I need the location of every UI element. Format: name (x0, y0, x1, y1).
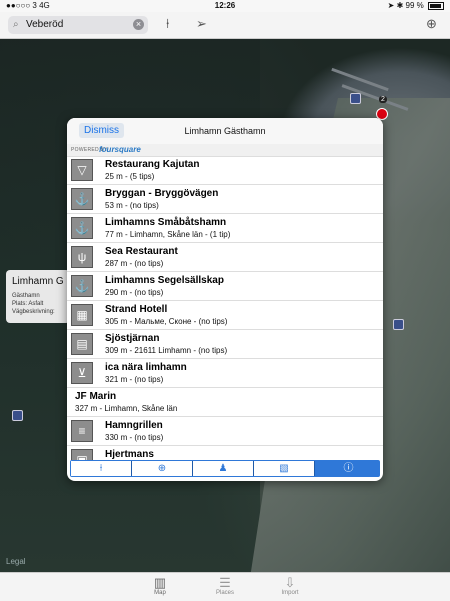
place-name: Sjöstjärnan (105, 333, 160, 344)
status-right: ➤ ✱ 99 % (388, 1, 444, 10)
place-name: ica nära limhamn (105, 362, 187, 373)
place-name: Sea Restaurant (105, 246, 178, 257)
list-item[interactable]: ▽ Restaurang Kajutan 25 m - (5 tips) (67, 156, 383, 185)
ice-cream-icon: ▽ (71, 159, 93, 181)
pin-icon[interactable]: ⍿ (71, 461, 132, 476)
place-name: Hamngrillen (105, 420, 163, 431)
hotel-icon: ▦ (71, 304, 93, 326)
map-marker[interactable] (12, 410, 23, 421)
callout-line: Gästhamn (12, 293, 40, 299)
popup-header: Dismiss Limhamn Gästhamn (67, 118, 383, 145)
place-detail: 330 m - (no tips) (105, 433, 164, 442)
person-icon[interactable]: ♟ (193, 461, 254, 476)
globe-icon[interactable]: ⊕ (132, 461, 193, 476)
burger-icon: ≡ (71, 420, 93, 442)
map-pin-badge: 2 (379, 96, 387, 103)
anchor-icon: ⚓ (71, 188, 93, 210)
place-callout[interactable]: Limhamn G Gästhamn Plats: Asfalt Vägbesk… (6, 270, 70, 323)
anchor-icon: ⚓ (71, 217, 93, 239)
place-detail: 305 m - Мальме, Сконе - (no tips) (105, 317, 228, 326)
callout-line: Vägbeskrivning: (12, 309, 55, 315)
bottom-tab-bar: ▥ Map ☰ Places ⇩ Import (0, 572, 450, 601)
clear-search-icon[interactable]: × (133, 19, 144, 30)
list-item[interactable]: ⚓ Bryggan - Bryggövägen 53 m - (no tips) (67, 185, 383, 214)
popup-segmented-control: ⍿ ⊕ ♟ ▧ ⓘ (70, 460, 380, 477)
cart-icon: ⊻ (71, 362, 93, 384)
bag-icon: ▣ (71, 449, 93, 460)
place-detail: 327 m - Limhamn, Skåne län (75, 404, 178, 413)
callout-line: Plats: Asfalt (12, 301, 44, 307)
list-item[interactable]: ⚓ Limhamns Segelsällskap 290 m - (no tip… (67, 272, 383, 301)
place-detail: 77 m - Limhamn, Skåne län - (1 tip) (105, 230, 231, 239)
tab-label: Map (154, 590, 166, 596)
places-list[interactable]: ▽ Restaurang Kajutan 25 m - (5 tips) ⚓ B… (67, 156, 383, 460)
fork-knife-icon: ψ (71, 246, 93, 268)
info-icon[interactable]: ⓘ (318, 461, 379, 476)
anchor-icon: ⚓ (71, 275, 93, 297)
place-name: Bryggan - Bryggövägen (105, 188, 219, 199)
place-name: Strand Hotell (105, 304, 168, 315)
tab-label: Import (281, 590, 299, 596)
map-icon: ▥ (153, 575, 167, 590)
list-item[interactable]: ▤ Sjöstjärnan 309 m - 21611 Limhamn - (n… (67, 330, 383, 359)
top-toolbar: ⌕ Veberöd × ⍿ ➢ ⊕ (0, 12, 450, 39)
list-item[interactable]: ▣ Hjertmans (67, 446, 383, 460)
place-detail: 309 m - 21611 Limhamn - (no tips) (105, 346, 228, 355)
current-location-icon[interactable]: ➢ (196, 16, 207, 32)
search-icon: ⌕ (13, 19, 19, 30)
place-detail: 53 m - (no tips) (105, 201, 159, 210)
globe-icon[interactable]: ⊕ (426, 16, 437, 32)
legal-link[interactable]: Legal (6, 557, 26, 566)
list-item[interactable]: ▦ Strand Hotell 305 m - Мальме, Сконе - … (67, 301, 383, 330)
drop-pin-icon[interactable]: ⍿ (166, 16, 169, 32)
building-icon: ▤ (71, 333, 93, 355)
place-detail: 290 m - (no tips) (105, 288, 164, 297)
foursquare-logo: foursquare (99, 145, 141, 154)
list-item[interactable]: ψ Sea Restaurant 287 m - (no tips) (67, 243, 383, 272)
tab-places[interactable]: ☰ Places (205, 575, 245, 596)
battery-icon (428, 1, 444, 10)
list-item[interactable]: ⊻ ica nära limhamn 321 m - (no tips) (67, 359, 383, 388)
status-bar: ●●○○○ 3 4G 12:26 ➤ ✱ 99 % (0, 0, 450, 12)
list-item[interactable]: ⚓ Limhamns Småbåtshamn 77 m - Limhamn, S… (67, 214, 383, 243)
battery-label: 99 % (405, 1, 424, 10)
list-icon: ☰ (219, 575, 231, 590)
tab-import[interactable]: ⇩ Import (270, 575, 310, 596)
popup-title: Limhamn Gästhamn (184, 126, 266, 136)
list-item[interactable]: JF Marin 327 m - Limhamn, Skåne län (67, 388, 383, 417)
bluetooth-icon: ✱ (396, 1, 404, 10)
tab-map[interactable]: ▥ Map (140, 575, 180, 596)
search-field[interactable]: ⌕ Veberöd × (8, 16, 148, 34)
callout-title: Limhamn G (12, 276, 64, 287)
tab-label: Places (215, 590, 234, 596)
map-marker[interactable] (350, 93, 361, 104)
place-detail: 25 m - (5 tips) (105, 172, 155, 181)
map-marker[interactable] (393, 319, 404, 330)
location-icon: ➤ (387, 1, 395, 10)
status-time: 12:26 (214, 1, 236, 10)
place-name: Hjertmans (105, 449, 154, 460)
place-name: JF Marin (75, 391, 117, 402)
map-pier (331, 67, 389, 92)
place-detail: 321 m - (no tips) (105, 375, 164, 384)
place-detail: 287 m - (no tips) (105, 259, 164, 268)
place-name: Limhamns Segelsällskap (105, 275, 224, 286)
picture-icon[interactable]: ▧ (254, 461, 315, 476)
search-input[interactable]: Veberöd (26, 19, 63, 30)
place-name: Restaurang Kajutan (105, 159, 200, 170)
import-icon: ⇩ (284, 575, 296, 590)
list-item[interactable]: ≡ Hamngrillen 330 m - (no tips) (67, 417, 383, 446)
nearby-places-popup: Dismiss Limhamn Gästhamn POWERED BY four… (67, 118, 383, 481)
place-name: Limhamns Småbåtshamn (105, 217, 227, 228)
